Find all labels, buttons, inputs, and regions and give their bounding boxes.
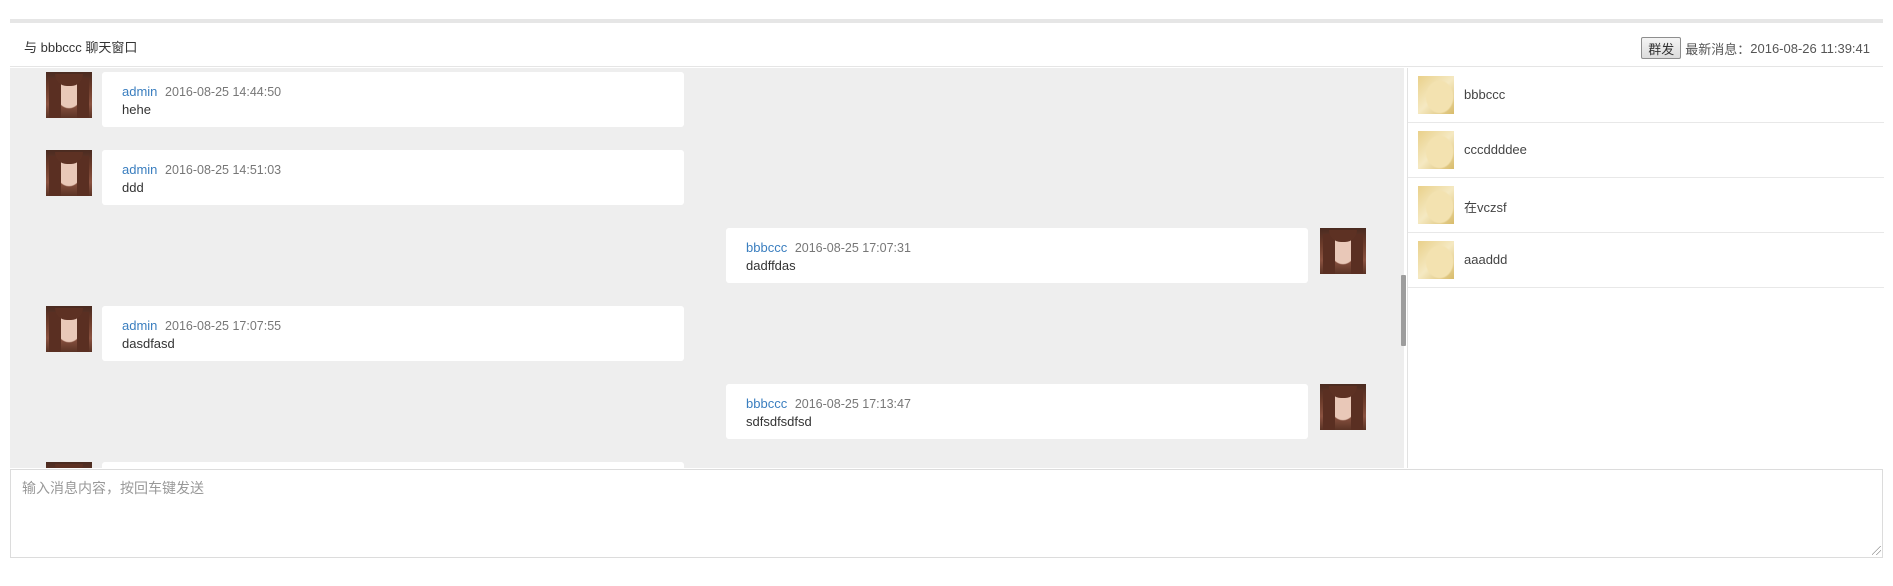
message-bubble: admin 2016-08-25 14:51:03 ddd bbox=[102, 150, 684, 205]
user-avatar bbox=[1418, 76, 1454, 114]
broadcast-button[interactable]: 群发 bbox=[1641, 37, 1682, 59]
message-row: bbbccc 2016-08-25 17:07:31 dadffdas bbox=[10, 224, 1404, 284]
user-avatar bbox=[1418, 131, 1454, 169]
user-list: bbbccc cccddddee 在vczsf aaaddd bbox=[1407, 68, 1884, 468]
message-text: dadffdas bbox=[746, 258, 796, 273]
message-bubble bbox=[102, 462, 684, 468]
message-input[interactable] bbox=[10, 469, 1883, 558]
message-text: sdfsdfsdfsd bbox=[746, 414, 812, 429]
message-row: admin 2016-08-25 14:44:50 hehe bbox=[10, 68, 1404, 128]
message-text: dasdfasd bbox=[122, 336, 175, 351]
user-name: aaaddd bbox=[1464, 252, 1508, 267]
avatar bbox=[1320, 384, 1366, 430]
message-bubble: bbbccc 2016-08-25 17:13:47 sdfsdfsdfsd bbox=[726, 384, 1308, 439]
header-actions: 群发 最新消息： 2016-08-26 11:39:41 bbox=[1641, 37, 1870, 59]
user-list-item[interactable]: 在vczsf bbox=[1408, 178, 1884, 233]
sender-name[interactable]: admin bbox=[122, 318, 157, 333]
avatar bbox=[1320, 228, 1366, 274]
user-list-item[interactable]: cccddddee bbox=[1408, 123, 1884, 178]
avatar bbox=[46, 462, 92, 468]
message-row: admin 2016-08-25 17:07:55 dasdfasd bbox=[10, 302, 1404, 362]
user-list-item[interactable]: bbbccc bbox=[1408, 68, 1884, 123]
user-name: bbbccc bbox=[1464, 87, 1506, 102]
message-text: ddd bbox=[122, 180, 144, 195]
sender-name[interactable]: bbbccc bbox=[746, 396, 787, 411]
message-time: 2016-08-25 17:07:55 bbox=[165, 319, 282, 333]
message-bubble: admin 2016-08-25 17:07:55 dasdfasd bbox=[102, 306, 684, 361]
latest-message-time: 2016-08-26 11:39:41 bbox=[1750, 40, 1870, 56]
message-bubble: admin 2016-08-25 14:44:50 hehe bbox=[102, 72, 684, 127]
message-time: 2016-08-25 17:07:31 bbox=[794, 241, 911, 255]
avatar bbox=[46, 306, 92, 352]
message-list[interactable]: admin 2016-08-25 14:44:50 hehe admin 201… bbox=[10, 68, 1404, 468]
message-time: 2016-08-25 17:13:47 bbox=[794, 397, 911, 411]
user-name: cccddddee bbox=[1464, 142, 1527, 157]
message-row: bbbccc 2016-08-25 17:13:47 sdfsdfsdfsd bbox=[10, 380, 1404, 440]
sender-name[interactable]: admin bbox=[122, 84, 157, 99]
user-avatar bbox=[1418, 241, 1454, 279]
message-row: admin 2016-08-25 14:51:03 ddd bbox=[10, 146, 1404, 206]
user-avatar bbox=[1418, 186, 1454, 224]
message-time: 2016-08-25 14:44:50 bbox=[165, 85, 282, 99]
message-text: hehe bbox=[122, 102, 151, 117]
sender-name[interactable]: admin bbox=[122, 162, 157, 177]
latest-message-label: 最新消息： bbox=[1685, 41, 1751, 57]
user-name: 在vczsf bbox=[1464, 200, 1507, 215]
message-row-partial bbox=[10, 458, 1404, 468]
sender-name[interactable]: bbbccc bbox=[746, 240, 787, 255]
avatar bbox=[46, 150, 92, 196]
message-list-scrollbar[interactable] bbox=[1401, 275, 1406, 346]
message-bubble: bbbccc 2016-08-25 17:07:31 dadffdas bbox=[726, 228, 1308, 283]
user-list-item[interactable]: aaaddd bbox=[1408, 233, 1884, 288]
resize-grip-icon[interactable] bbox=[1872, 546, 1881, 555]
message-time: 2016-08-25 14:51:03 bbox=[165, 163, 282, 177]
avatar bbox=[46, 72, 92, 118]
chat-header: 与 bbbccc 聊天窗口 群发 最新消息： 2016-08-26 11:39:… bbox=[10, 23, 1883, 67]
window-title: 与 bbbccc 聊天窗口 bbox=[24, 40, 138, 55]
